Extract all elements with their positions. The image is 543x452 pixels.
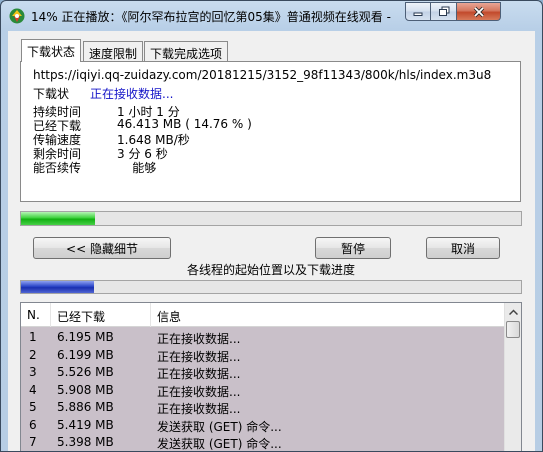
column-header-downloaded[interactable]: 已经下载 [51,303,151,327]
tab-speed-limit[interactable]: 速度限制 [83,41,144,62]
restore-icon [438,6,449,16]
thread-row[interactable]: 7 5.398 MB 发送获取 (GET) 命令... [21,433,505,451]
thread-number: 6 [29,417,37,432]
thread-number: 4 [29,382,37,397]
scroll-up-button[interactable] [505,303,521,320]
thread-number: 7 [29,435,37,449]
pause-button[interactable]: 暂停 [315,237,391,259]
status-label: 下载状 [33,87,70,101]
download-status-panel: https://iqiyi.qq-zuidazy.com/20181215/31… [20,61,521,202]
thread-progress-caption: 各线程的起始位置以及下载进度 [186,263,355,277]
thread-row[interactable]: 4 5.908 MB 正在接收数据... [21,381,505,399]
thread-list[interactable]: N. 已经下载 信息 1 6.195 MB 正在接收数据... 2 6.199 MB 正在… [20,302,522,451]
download-url: https://iqiyi.qq-zuidazy.com/20181215/31… [33,68,492,82]
status-value: 正在接收数据... [90,87,174,101]
thread-row[interactable]: 1 6.195 MB 正在接收数据... [21,328,505,346]
thread-info: 正在接收数据... [157,349,241,364]
thread-row[interactable]: 2 6.199 MB 正在接收数据... [21,346,505,364]
column-header-number[interactable]: N. [21,303,51,327]
thread-progress-fill [21,281,94,293]
close-icon [473,6,484,17]
thread-info: 正在接收数据... [157,384,241,399]
idm-app-icon [9,8,25,24]
thread-downloaded: 5.908 MB [57,382,114,397]
thread-row[interactable]: 3 5.526 MB 正在接收数据... [21,363,505,381]
resume-value: 能够 [117,161,157,175]
thread-info: 发送获取 (GET) 命令... [157,437,282,451]
thread-list-scrollbar[interactable] [504,303,521,451]
thread-list-rows: 1 6.195 MB 正在接收数据... 2 6.199 MB 正在接收数据... 3 5.5… [21,328,505,451]
window-title: 14% 正在播放：《阿尔罕布拉宫的回忆第05集》普通视频在线观看 - [31,10,391,24]
thread-downloaded: 6.199 MB [57,347,114,362]
hide-details-button[interactable]: << 隐藏细节 [33,237,171,259]
close-button[interactable] [457,2,501,21]
restore-button[interactable] [431,2,457,21]
thread-number: 2 [29,347,37,362]
thread-info: 正在接收数据... [157,367,241,381]
tab-completion-options[interactable]: 下载完成选项 [144,41,229,62]
minimize-button[interactable] [405,2,431,21]
thread-number: 1 [29,330,37,344]
chevron-up-icon [508,308,518,315]
minimize-icon [413,12,423,16]
title-bar[interactable]: 14% 正在播放：《阿尔罕布拉宫的回忆第05集》普通视频在线观看 - [1,1,542,31]
thread-downloaded: 5.886 MB [57,400,114,414]
scrollbar-thumb[interactable] [506,321,520,338]
tab-download-status[interactable]: 下载状态 [21,39,82,62]
thread-number: 3 [29,365,37,379]
resume-label: 能否续传 [33,161,82,175]
thread-info: 正在接收数据... [157,332,241,346]
thread-downloaded: 5.419 MB [57,417,114,432]
column-header-info[interactable]: 信息 [151,303,505,327]
thread-downloaded: 5.526 MB [57,365,114,379]
overall-progress-fill [21,212,95,225]
idm-download-window: 14% 正在播放：《阿尔罕布拉宫的回忆第05集》普通视频在线观看 - 下载状态 … [0,0,543,452]
thread-row[interactable]: 6 5.419 MB 发送获取 (GET) 命令... [21,416,505,434]
downloaded-value: 46.413 MB ( 14.76 % ) [117,117,252,131]
thread-info: 发送获取 (GET) 命令... [157,419,282,434]
thread-info: 正在接收数据... [157,402,241,416]
dialog-client-area: 下载状态 速度限制 下载完成选项 https://iqiyi.qq-zuidaz… [8,31,535,451]
thread-downloaded: 5.398 MB [57,435,114,449]
thread-row[interactable]: 5 5.886 MB 正在接收数据... [21,398,505,416]
caption-buttons [405,2,501,22]
thread-list-header: N. 已经下载 信息 [21,303,505,327]
thread-downloaded: 6.195 MB [57,330,114,344]
overall-progress-bar [20,211,522,226]
cancel-button[interactable]: 取消 [426,237,500,259]
thread-number: 5 [29,400,37,414]
thread-progress-bar [20,280,522,294]
